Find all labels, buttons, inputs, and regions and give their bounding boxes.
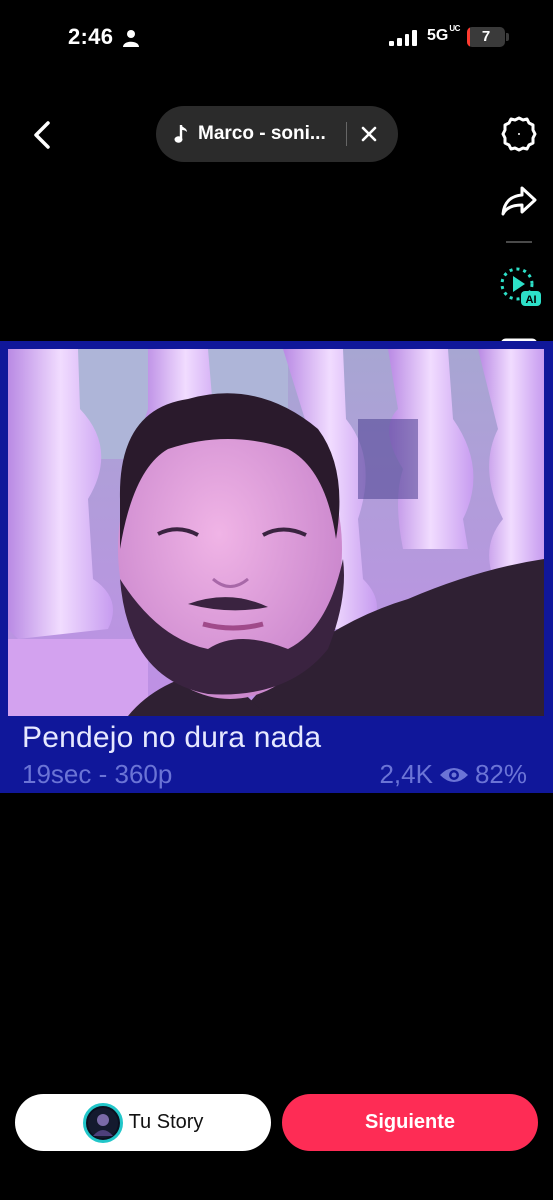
avatar xyxy=(82,1102,123,1143)
share-button[interactable] xyxy=(497,179,541,223)
caption-meta: 19sec - 360p xyxy=(22,759,173,789)
selfie-photo xyxy=(8,349,544,716)
sound-selector[interactable]: Marco - soni... xyxy=(156,106,398,162)
caption-stats: 2,4K 82% xyxy=(379,759,527,790)
story-label: Tu Story xyxy=(128,1111,204,1133)
chevron-left-icon xyxy=(34,121,50,149)
signal-icon xyxy=(389,30,417,46)
percent-value: 82% xyxy=(474,759,527,789)
next-button[interactable]: Siguiente xyxy=(282,1094,538,1151)
remove-sound-button[interactable] xyxy=(347,112,391,156)
person-icon xyxy=(123,30,139,47)
ai-video-icon: AI xyxy=(500,267,541,306)
settings-gear-icon xyxy=(501,116,537,152)
battery-tip xyxy=(506,33,509,41)
svg-text:AI: AI xyxy=(526,294,537,306)
battery-icon: 7 xyxy=(467,27,505,47)
profile-picture-icon xyxy=(87,1107,118,1138)
your-story-button[interactable]: Tu Story xyxy=(15,1094,271,1151)
editor-screen: 2:46 5GUC 7 Marco - soni... AI Pendejo n… xyxy=(0,0,553,1200)
battery-level: 7 xyxy=(481,28,491,45)
status-time: 2:46 xyxy=(68,24,114,49)
ai-video-button[interactable]: AI xyxy=(497,264,541,308)
caption-title: Pendejo no dura nada xyxy=(22,721,322,754)
back-button[interactable] xyxy=(24,115,60,155)
selfie-image xyxy=(8,349,544,716)
settings-button[interactable] xyxy=(497,112,541,156)
music-note-icon xyxy=(174,125,187,143)
video-preview[interactable]: Pendejo no dura nada 19sec - 360p 2,4K 8… xyxy=(0,341,553,793)
share-arrow-icon xyxy=(501,186,537,216)
network-indicator: 5GUC xyxy=(427,23,460,44)
eye-icon xyxy=(439,767,468,782)
view-count: 2,4K xyxy=(379,759,433,789)
toolbar-divider xyxy=(506,241,532,243)
sound-label: Marco - soni... xyxy=(198,123,326,144)
close-icon xyxy=(361,126,377,142)
